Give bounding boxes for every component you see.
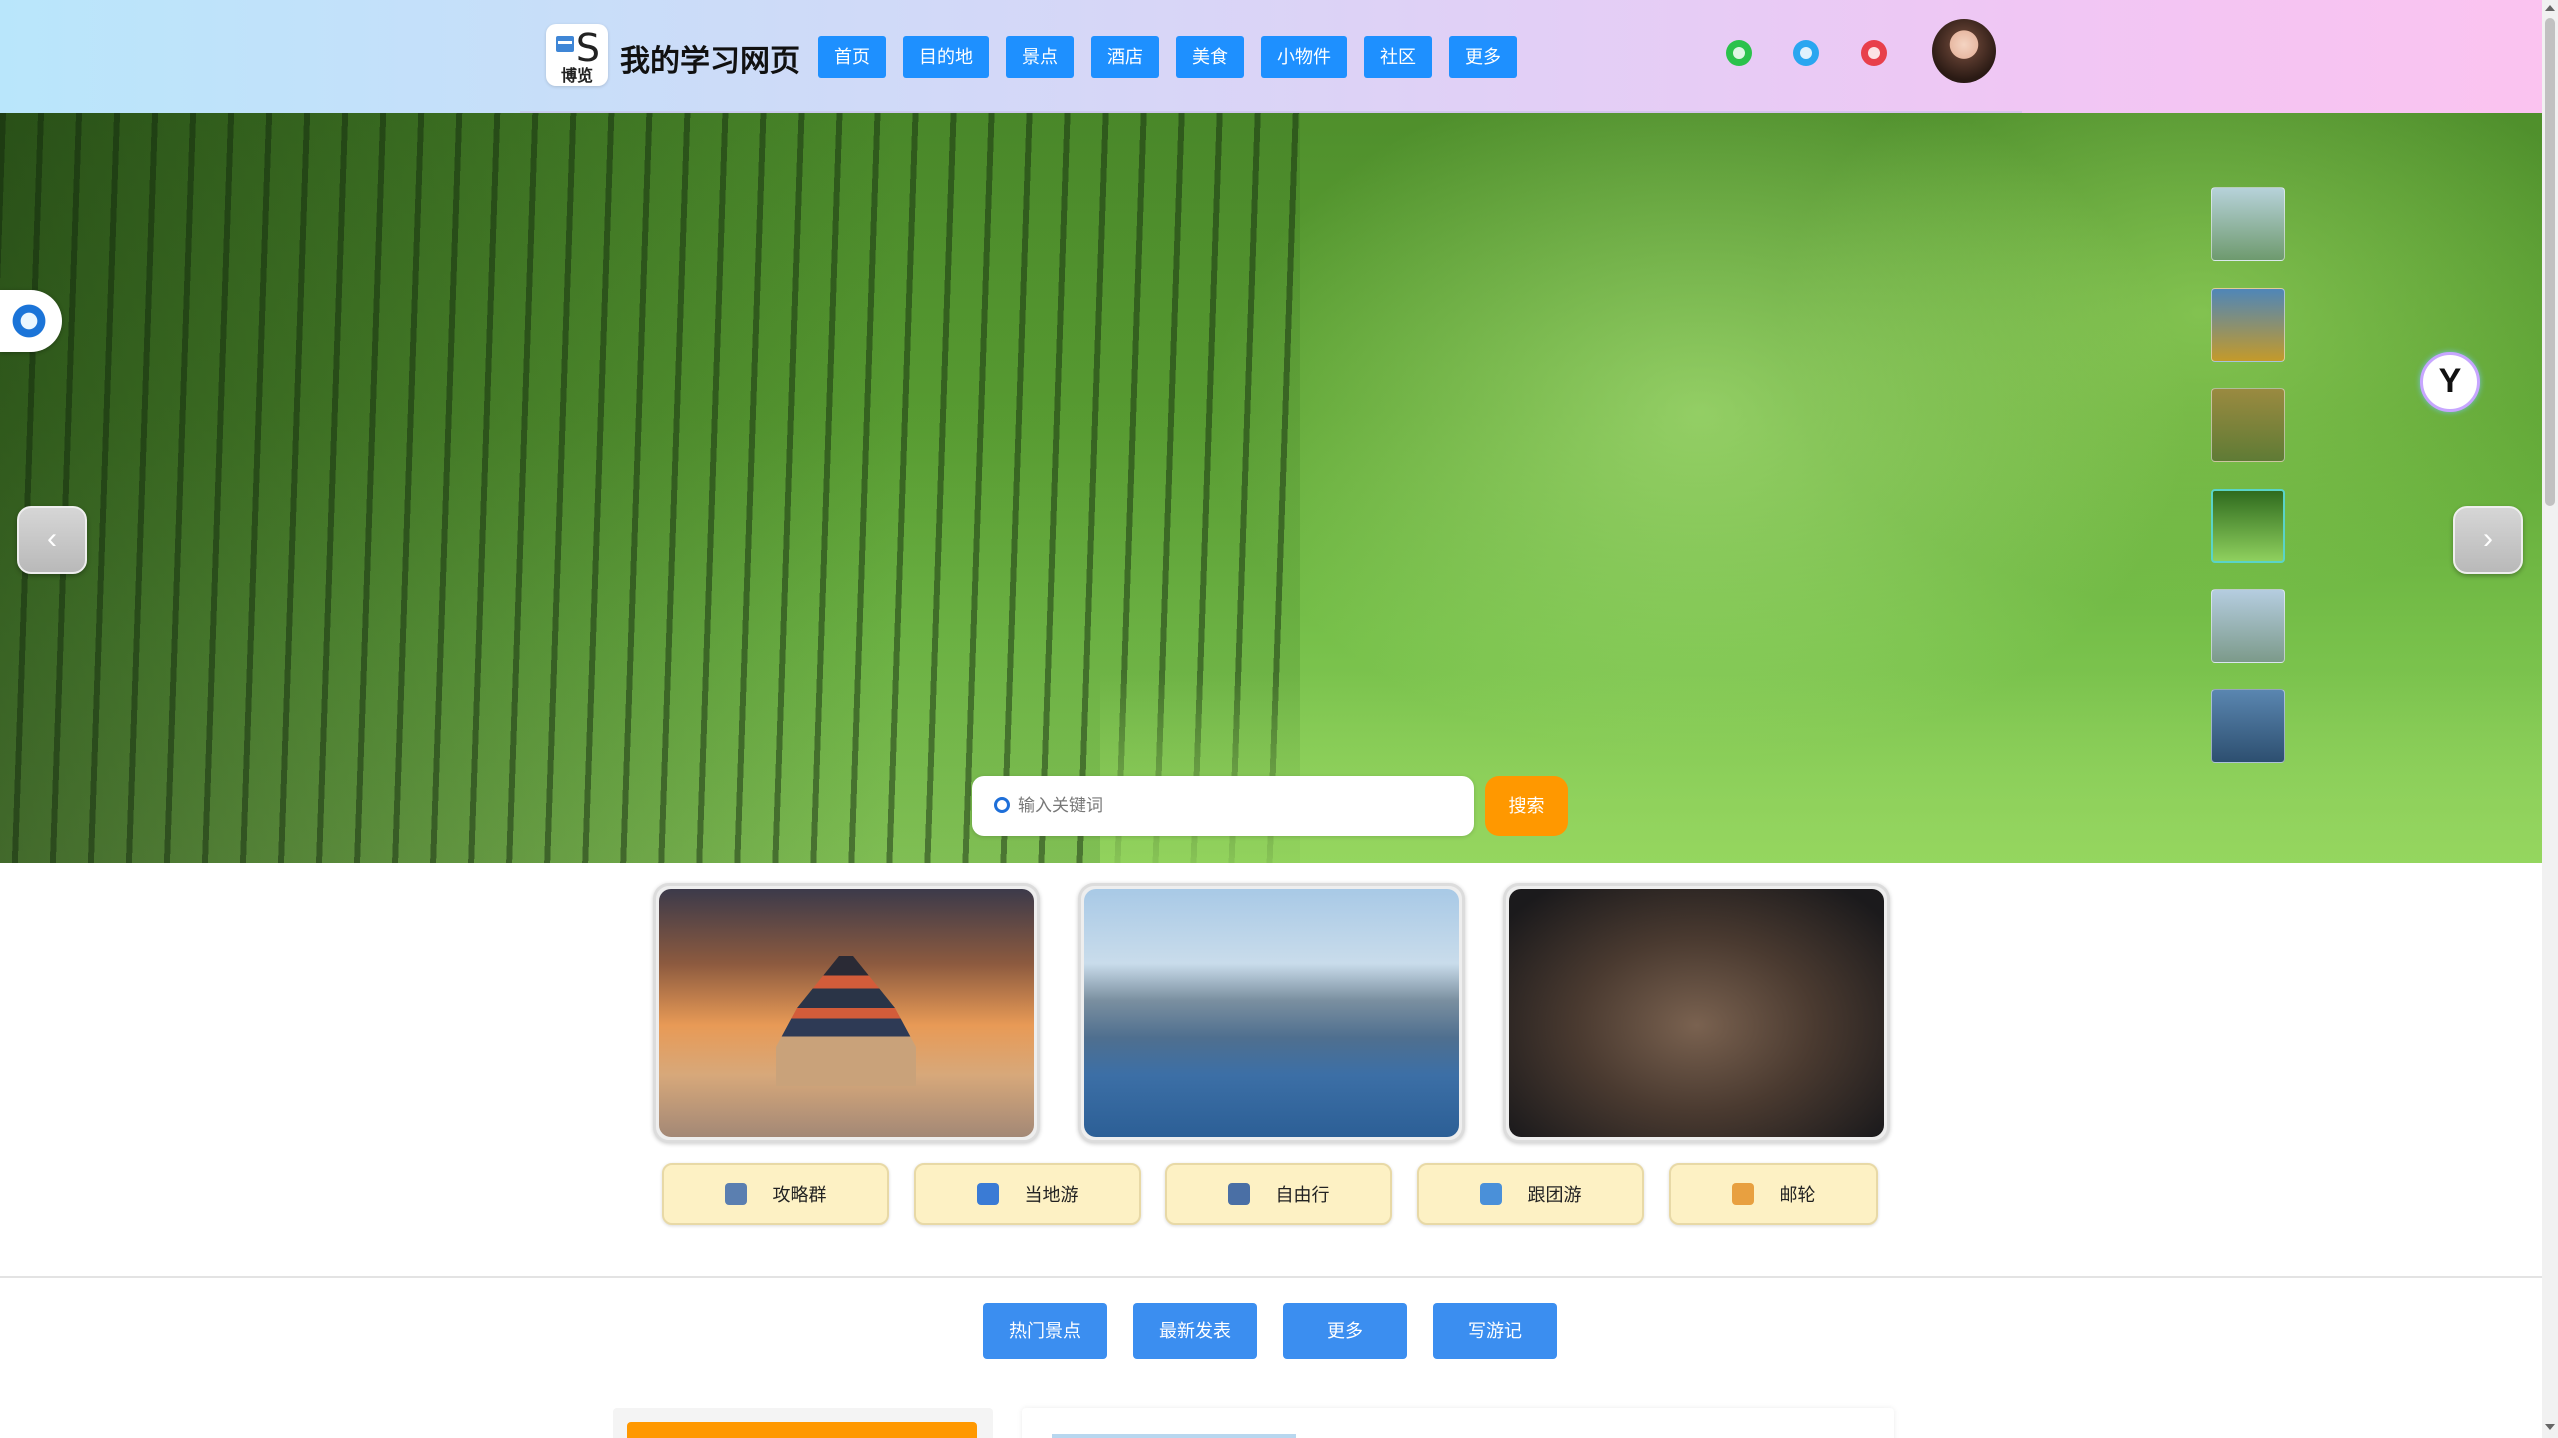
card-image	[1509, 889, 1884, 1137]
user-avatar[interactable]	[1932, 19, 1996, 83]
category-cruise[interactable]: 邮轮	[1669, 1163, 1878, 1225]
flag-icon	[1479, 1183, 1502, 1205]
category-guides[interactable]: 攻略群	[662, 1163, 889, 1225]
feature-card-bronze-chariot[interactable]	[1503, 883, 1890, 1143]
category-self-guided[interactable]: 自由行	[1165, 1163, 1392, 1225]
scrollbar-thumb[interactable]	[2545, 18, 2555, 506]
assistant-float-icon[interactable]	[0, 290, 62, 352]
card-image	[1084, 889, 1459, 1137]
nav-attractions[interactable]: 景点	[1006, 36, 1074, 78]
nav-community[interactable]: 社区	[1364, 36, 1432, 78]
scroll-down-icon[interactable]	[2545, 1424, 2555, 1430]
category-label: 攻略群	[772, 1185, 827, 1205]
category-group-tour[interactable]: 跟团游	[1417, 1163, 1644, 1225]
carousel-thumbnail-misty-river[interactable]	[2211, 589, 2285, 663]
logo-subtitle: 博览	[560, 68, 593, 85]
cruise-icon	[1731, 1183, 1754, 1205]
carousel-thumbnail-mountain-lake[interactable]	[2211, 187, 2285, 261]
content-header-bar	[1052, 1434, 1296, 1438]
tab-more[interactable]: 更多	[1283, 1303, 1407, 1359]
category-label: 自由行	[1275, 1185, 1330, 1205]
site-title: 我的学习网页	[620, 45, 800, 78]
search-icon	[994, 797, 1010, 813]
carousel-thumbnail-snow-peak-autumn[interactable]	[2211, 288, 2285, 362]
wechat-icon[interactable]	[1726, 40, 1752, 66]
books-icon	[556, 36, 574, 52]
hero-carousel	[0, 113, 2542, 863]
carousel-thumbnail-blue-mountains[interactable]	[2211, 689, 2285, 763]
scroll-up-icon[interactable]	[2545, 5, 2555, 11]
nav-destinations[interactable]: 目的地	[903, 36, 989, 78]
guidebook-icon	[724, 1183, 747, 1205]
tab-hot-attractions[interactable]: 热门景点	[983, 1303, 1107, 1359]
carousel-next-button[interactable]: ›	[2453, 506, 2523, 574]
nav-food[interactable]: 美食	[1176, 36, 1244, 78]
search-field	[972, 776, 1474, 836]
section-divider	[0, 1276, 2542, 1278]
carousel-thumbnail-bamboo-forest[interactable]	[2211, 489, 2285, 563]
site-logo[interactable]: S 博览	[546, 24, 608, 86]
main-nav: 首页 目的地 景点 酒店 美食 小物件 社区 更多	[818, 36, 1534, 78]
category-label: 跟团游	[1527, 1185, 1582, 1205]
qq-icon[interactable]	[1793, 40, 1819, 66]
nav-gadgets[interactable]: 小物件	[1261, 36, 1347, 78]
content-panel	[1022, 1408, 1894, 1438]
local-tour-icon	[976, 1183, 999, 1205]
nav-hotels[interactable]: 酒店	[1091, 36, 1159, 78]
category-label: 当地游	[1024, 1185, 1079, 1205]
weibo-icon[interactable]	[1861, 40, 1887, 66]
hero-shade	[0, 113, 900, 863]
category-label: 邮轮	[1779, 1185, 1816, 1205]
carousel-prev-button[interactable]: ‹	[17, 506, 87, 574]
feature-card-lake-seagulls[interactable]	[1078, 883, 1465, 1143]
nav-home[interactable]: 首页	[818, 36, 886, 78]
page-scrollbar[interactable]	[2542, 0, 2558, 1438]
tab-write-travelogue[interactable]: 写游记	[1433, 1303, 1557, 1359]
category-local-tour[interactable]: 当地游	[914, 1163, 1141, 1225]
top-header: S 博览 我的学习网页 首页 目的地 景点 酒店 美食 小物件 社区 更多	[0, 0, 2542, 113]
carousel-thumbnail-golden-grassland[interactable]	[2211, 388, 2285, 462]
search-button[interactable]: 搜索	[1485, 776, 1568, 836]
search-input[interactable]	[1018, 790, 1448, 822]
plugin-float-icon[interactable]: Y	[2420, 352, 2480, 412]
tab-latest-posts[interactable]: 最新发表	[1133, 1303, 1257, 1359]
sidebar-header-bar	[627, 1422, 977, 1438]
sidebar-panel	[613, 1408, 993, 1438]
nav-more[interactable]: 更多	[1449, 36, 1517, 78]
feature-card-temple-of-heaven[interactable]	[653, 883, 1040, 1143]
plane-icon	[1227, 1183, 1250, 1205]
